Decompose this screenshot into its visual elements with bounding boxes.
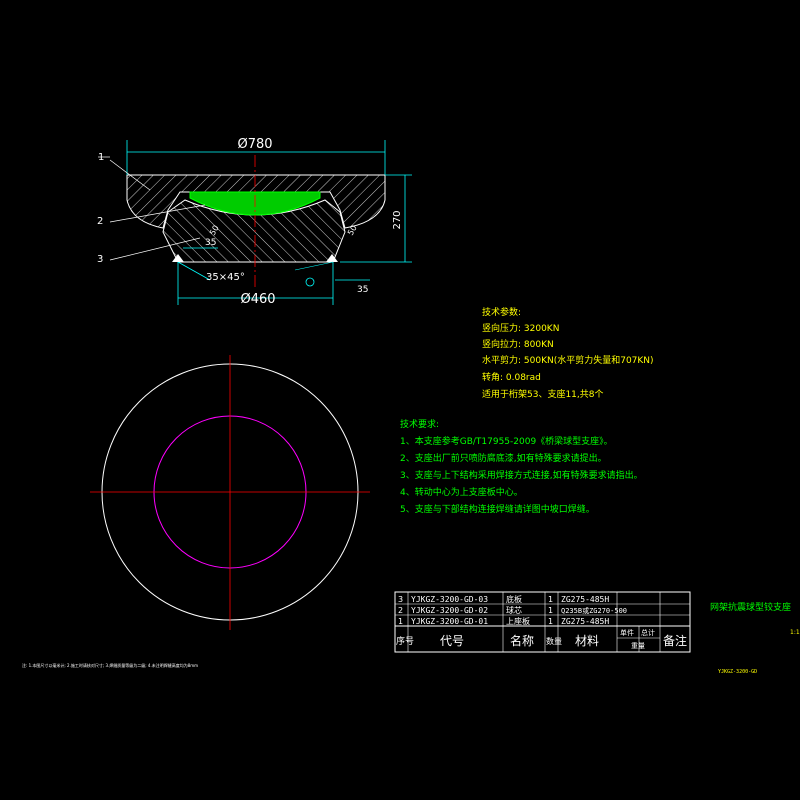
dim-top: Ø780 xyxy=(237,137,272,152)
bom-code: YJKGZ-3200-GD-01 xyxy=(411,617,488,626)
plan-view xyxy=(90,355,370,630)
dim-35-left: 35 xyxy=(205,238,216,248)
bom-code: YJKGZ-3200-GD-02 xyxy=(411,606,488,615)
bom-qty: 1 xyxy=(548,606,553,615)
bom-material: Q235B或ZG270-500 xyxy=(561,606,627,615)
req-line: 4、转动中心为上支座板中心。 xyxy=(400,486,523,498)
bom-qty: 1 xyxy=(548,595,553,604)
bom-material: ZG275-485H xyxy=(561,595,609,604)
bom-no: 3 xyxy=(398,595,403,604)
chamfer-label: 35×45° xyxy=(206,272,245,283)
title-block: 网架抗震球型铰支座 1:1 YJKGZ-3200-GD xyxy=(710,601,800,675)
params-line: 转角: 0.08rad xyxy=(482,371,541,383)
bom-header-total: 总计 xyxy=(641,628,655,637)
dim-bottom: Ø460 xyxy=(240,292,275,307)
req-line: 2、支座出厂前只喷防腐底漆,如有特殊要求请提出。 xyxy=(400,452,607,464)
params-line: 竖向拉力: 800KN xyxy=(482,338,554,350)
bom-header-qty: 数量 xyxy=(546,636,562,646)
bom-name: 上座板 xyxy=(506,616,530,626)
drawing-canvas: Ø780 270 Ø460 35 35 50 50 35×45° 1 2 3 技… xyxy=(22,137,800,675)
footer-note: 注: 1.本图尺寸以毫米计; 2.施工时请核对尺寸; 3.焊缝质量等级为二级; … xyxy=(22,662,198,668)
bom-header-material: 材料 xyxy=(575,634,599,648)
bom-material: ZG275-485H xyxy=(561,617,609,626)
params-line: 竖向压力: 3200KN xyxy=(482,322,559,334)
bom-header-code: 代号 xyxy=(440,634,464,648)
bom-header-unit: 单件 xyxy=(620,628,634,637)
req-title: 技术要求: xyxy=(400,418,439,430)
drawing-title: 网架抗震球型铰支座 xyxy=(710,601,791,613)
tech-requirements: 技术要求: 1、本支座参考GB/T17955-2009《桥梁球型支座》。 2、支… xyxy=(400,418,643,515)
bom-table: 3 YJKGZ-3200-GD-03 底板 1 ZG275-485H 2 YJK… xyxy=(394,591,691,653)
callout-2: 2 xyxy=(97,216,103,227)
callout-1: 1 xyxy=(98,152,104,163)
params-title: 技术参数: xyxy=(482,306,521,318)
bom-header-name: 名称 xyxy=(510,633,534,648)
req-line: 1、本支座参考GB/T17955-2009《桥梁球型支座》。 xyxy=(400,435,613,447)
bom-no: 1 xyxy=(398,617,403,626)
req-line: 3、支座与上下结构采用焊接方式连接,如有特殊要求请指出。 xyxy=(400,469,643,481)
req-line: 5、支座与下部结构连接焊缝请详图中坡口焊缝。 xyxy=(400,503,595,515)
bom-no: 2 xyxy=(398,606,403,615)
dim-height: 270 xyxy=(392,210,403,229)
bom-header-no: 序号 xyxy=(396,635,414,647)
bom-qty: 1 xyxy=(548,617,553,626)
params-line: 水平剪力: 500KN(水平剪力失量和707KN) xyxy=(482,354,654,366)
bom-name: 球芯 xyxy=(506,605,522,615)
bom-header-weight: 重量 xyxy=(631,642,645,650)
bom-code: YJKGZ-3200-GD-03 xyxy=(411,595,488,604)
dim-35-right: 35 xyxy=(357,285,368,295)
drawing-scale: 1:1 xyxy=(790,629,800,636)
bom-header-remark: 备注 xyxy=(663,633,687,648)
bom-name: 底板 xyxy=(506,594,522,604)
tech-params: 技术参数: 竖向压力: 3200KN 竖向拉力: 800KN 水平剪力: 500… xyxy=(482,306,654,400)
section-view: Ø780 270 Ø460 35 35 50 50 35×45° 1 2 3 xyxy=(97,137,412,307)
callout-3: 3 xyxy=(97,254,103,265)
drawing-number: YJKGZ-3200-GD xyxy=(718,669,757,675)
params-line: 适用于桁架53、支座11,共8个 xyxy=(482,388,604,400)
